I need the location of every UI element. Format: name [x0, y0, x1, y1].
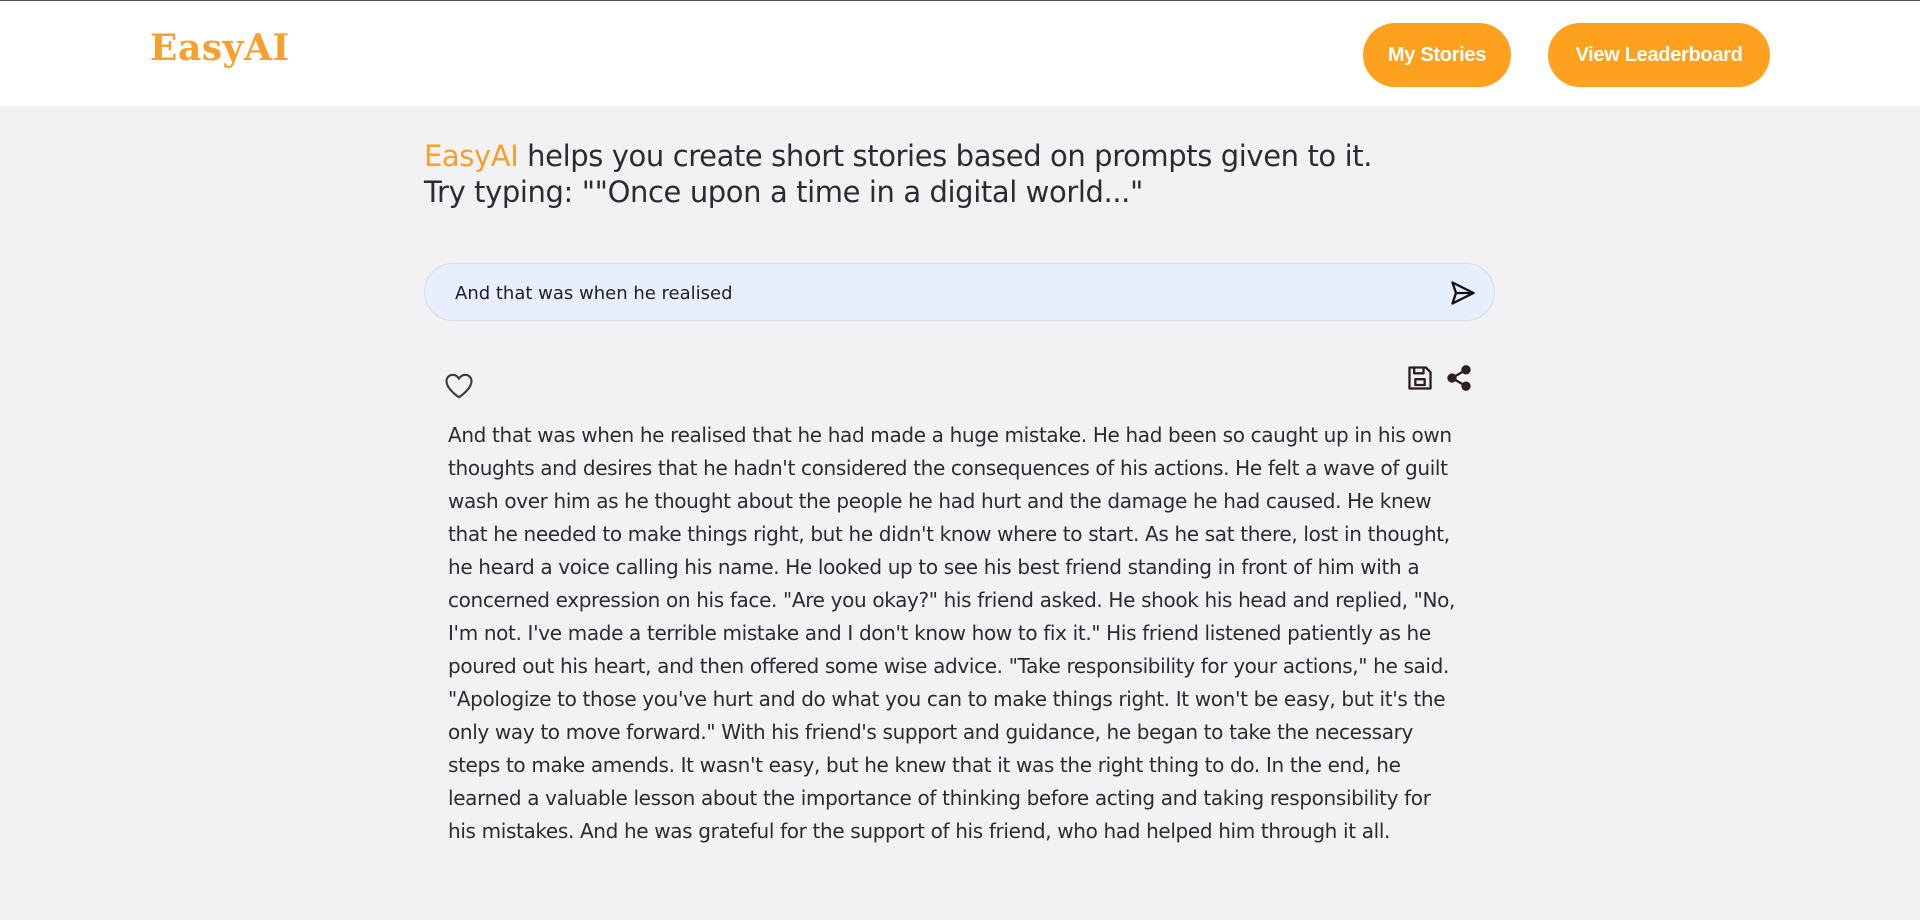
save-button[interactable]	[1406, 364, 1434, 394]
intro-text: EasyAI helps you create short stories ba…	[424, 138, 1372, 210]
share-icon	[1447, 365, 1471, 391]
intro-line-1: EasyAI helps you create short stories ba…	[424, 138, 1372, 174]
intro-line-2: Try typing: ""Once upon a time in a digi…	[424, 175, 1143, 209]
send-icon	[1451, 281, 1475, 305]
save-icon	[1408, 366, 1432, 390]
generated-story: And that was when he realised that he ha…	[448, 423, 1456, 843]
prompt-bar	[424, 263, 1495, 322]
app-logo[interactable]: EasyAI	[150, 27, 290, 69]
top-navbar: EasyAI My Stories View Leaderboard	[0, 0, 1920, 106]
like-button[interactable]	[444, 372, 476, 402]
intro-line-1-rest: helps you create short stories based on …	[518, 139, 1373, 173]
intro-brand: EasyAI	[424, 139, 519, 173]
heart-icon	[445, 373, 473, 399]
view-leaderboard-button[interactable]: View Leaderboard	[1548, 23, 1770, 87]
send-button[interactable]	[1446, 276, 1480, 310]
my-stories-button[interactable]: My Stories	[1363, 23, 1511, 87]
prompt-input[interactable]	[453, 264, 1417, 322]
share-button[interactable]	[1445, 364, 1473, 394]
